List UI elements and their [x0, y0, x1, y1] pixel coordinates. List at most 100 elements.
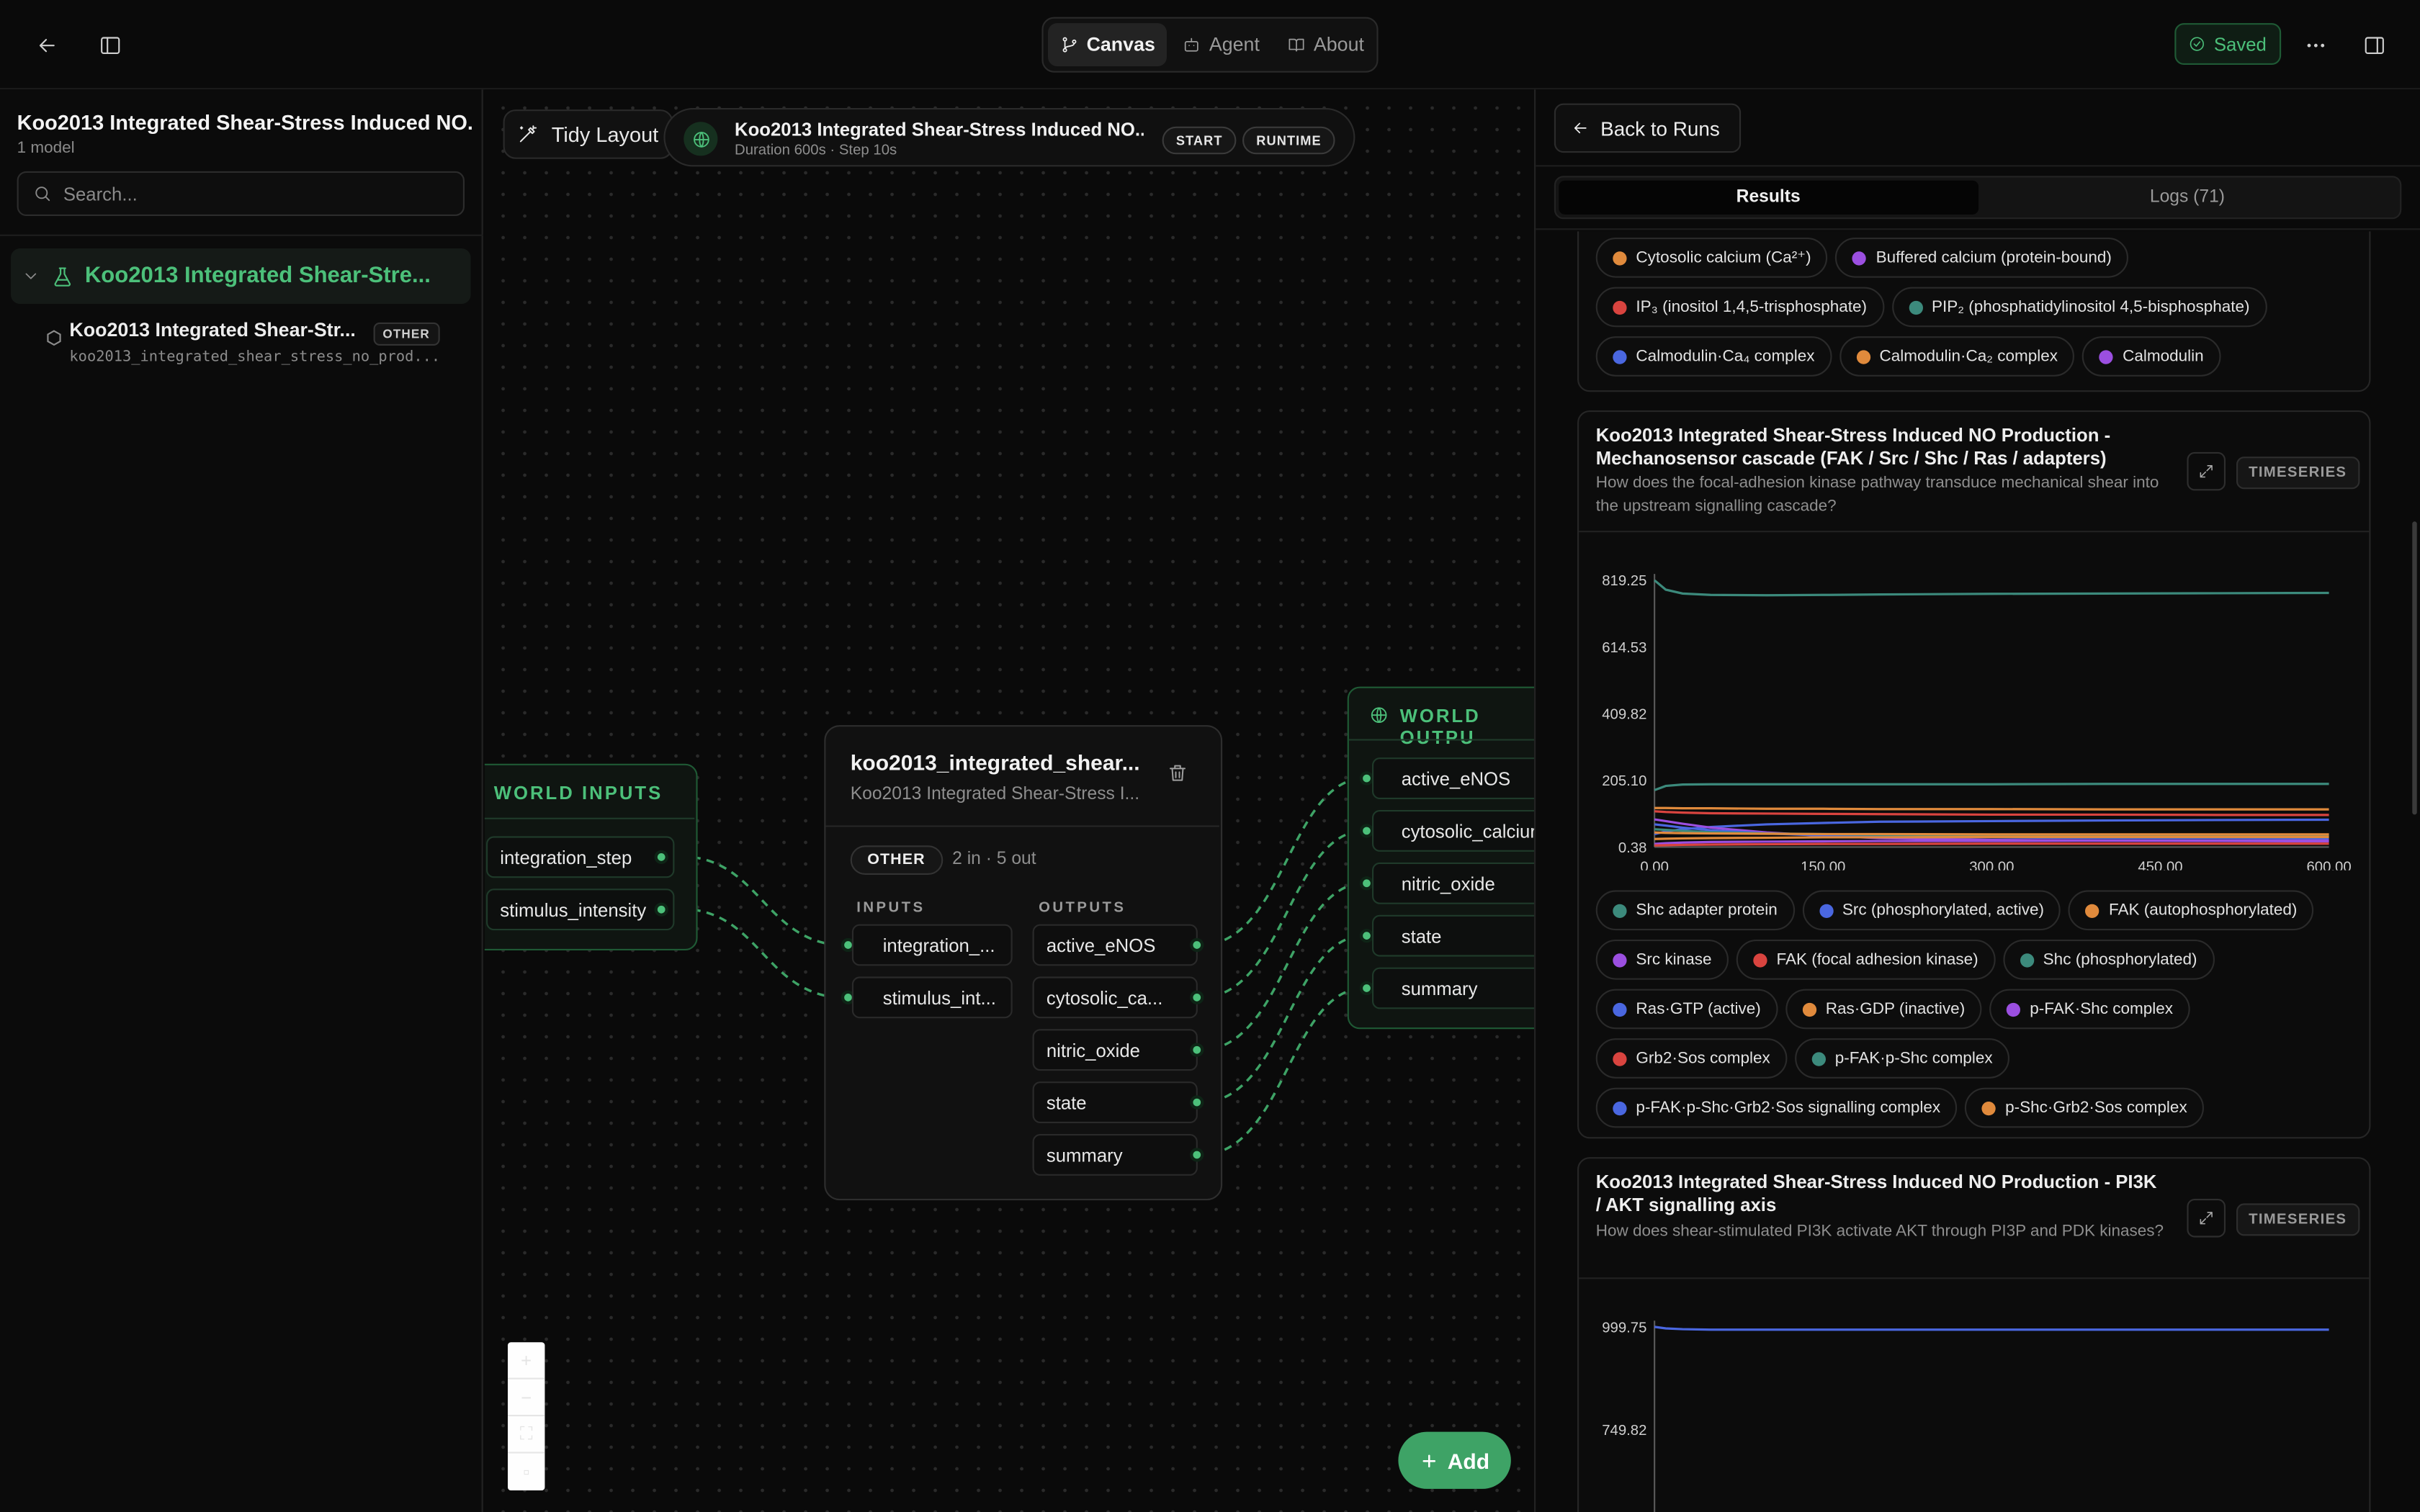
run-subtitle: Duration 600s · Step 10s	[734, 142, 897, 159]
legend-swatch	[1613, 300, 1627, 315]
run-bar[interactable]: Koo2013 Integrated Shear-Stress Induced …	[663, 108, 1355, 167]
world-outputs-node[interactable]: WORLD OUTPU active_eNOS cytosolic_calciu…	[1347, 686, 1534, 1030]
legend-item[interactable]: p-FAK·Shc complex	[1989, 989, 2190, 1030]
mechanosensor-timeseries-chart[interactable]: 0.38 205.10 409.82 614.53 819.25 0.00 150.00 30…	[1579, 546, 2369, 870]
model-output-port[interactable]: active_eNOS	[1032, 924, 1198, 966]
output-handle[interactable]	[1190, 1095, 1204, 1110]
legend-item[interactable]: IP₃ (inositol 1,4,5-trisphosphate)	[1595, 287, 1884, 328]
zoom-out-icon[interactable]: −	[508, 1380, 545, 1417]
legend-item[interactable]: Calmodulin·Ca₄ complex	[1595, 336, 1832, 377]
more-options-icon[interactable]	[2293, 23, 2336, 66]
trash-icon[interactable]	[1167, 762, 1188, 784]
pi3k-akt-timeseries-chart[interactable]: 499.89749.82999.75	[1579, 1293, 2369, 1512]
model-output-port[interactable]: summary	[1032, 1134, 1198, 1176]
world-output-port[interactable]: active_eNOS	[1372, 757, 1534, 799]
zoom-in-icon[interactable]: +	[508, 1342, 545, 1380]
legend-item[interactable]: p-FAK·p-Shc·Grb2·Sos signalling complex	[1595, 1087, 1958, 1128]
legend-swatch	[1908, 300, 1923, 315]
model-group[interactable]: Koo2013 Integrated Shear-Stre...	[11, 248, 471, 305]
output-handle[interactable]	[1190, 1043, 1204, 1057]
back-arrow-icon[interactable]	[24, 23, 68, 66]
legend-item[interactable]: Src (phosphorylated, active)	[1802, 890, 2061, 931]
series-line	[1654, 1326, 2329, 1331]
tab-canvas[interactable]: Canvas	[1048, 23, 1168, 67]
world-output-port[interactable]: state	[1372, 914, 1534, 957]
legend-item[interactable]: PIP₂ (phosphatidylinositol 4,5-bisphosph…	[1891, 287, 2267, 328]
world-output-port[interactable]: nitric_oxide	[1372, 862, 1534, 904]
legend-item[interactable]: Grb2·Sos complex	[1595, 1038, 1788, 1079]
x-tick-label: 150.00	[1801, 860, 1845, 870]
results-tabs: Results Logs (71)	[1554, 176, 2402, 220]
world-output-port[interactable]: cytosolic_calciur	[1372, 810, 1534, 852]
output-handle[interactable]	[1190, 990, 1204, 1004]
back-to-runs-button[interactable]: Back to Runs	[1554, 103, 1742, 153]
model-node[interactable]: koo2013_integrated_shear... Koo2013 Inte…	[824, 725, 1223, 1201]
tidy-layout-button[interactable]: Tidy Layout	[503, 109, 673, 159]
workflow-canvas[interactable]: Tidy Layout Koo2013 Integrated Shear-Str…	[484, 89, 1534, 1512]
timeseries-tag: TIMESERIES	[2236, 456, 2360, 490]
legend-item[interactable]: p-Shc·Grb2·Sos complex	[1965, 1087, 2205, 1128]
model-input-port[interactable]: stimulus_int...	[851, 976, 1013, 1019]
legend-item[interactable]: p-FAK·p-Shc complex	[1795, 1038, 2010, 1079]
model-output-port[interactable]: cytosolic_ca...	[1032, 976, 1198, 1019]
results-scroll-area[interactable]: Cytosolic calcium (Ca²⁺) Buffered calcium…	[1536, 231, 2420, 1512]
legend-label: Buffered calcium (protein-bound)	[1876, 248, 2112, 267]
tab-results[interactable]: Results	[1559, 180, 1978, 215]
legend-item[interactable]: Src kinase	[1595, 940, 1729, 980]
legend-item[interactable]: Calmodulin·Ca₂ complex	[1839, 336, 2075, 377]
right-panel-toggle-icon[interactable]	[2352, 23, 2396, 66]
output-handle[interactable]	[1190, 937, 1204, 953]
search-input[interactable]	[63, 182, 434, 204]
legend-swatch	[1613, 1051, 1627, 1066]
legend-item[interactable]: FAK (focal adhesion kinase)	[1736, 940, 1996, 980]
legend-item[interactable]: Shc (phosphorylated)	[2002, 940, 2215, 980]
add-button[interactable]: Add	[1398, 1431, 1511, 1489]
port-label: active_eNOS	[1046, 934, 1156, 956]
y-tick-label: 409.82	[1602, 707, 1646, 723]
tab-canvas-label: Canvas	[1086, 34, 1155, 56]
model-output-port[interactable]: state	[1032, 1081, 1198, 1123]
legend-item[interactable]: Ras·GTP (active)	[1595, 989, 1778, 1030]
sidebar-toggle-icon[interactable]	[88, 23, 131, 66]
output-handle[interactable]	[654, 902, 668, 917]
panel-divider	[1536, 228, 2420, 230]
legend-item[interactable]: Shc adapter protein	[1595, 890, 1795, 931]
world-output-port[interactable]: summary	[1372, 967, 1534, 1009]
world-input-port[interactable]: integration_step	[486, 836, 675, 878]
lock-icon[interactable]: ▫	[508, 1454, 544, 1490]
model-output-port[interactable]: nitric_oxide	[1032, 1029, 1198, 1071]
legend-swatch	[1613, 251, 1627, 265]
model-list-item[interactable]: Koo2013 Integrated Shear-Str... OTHER ko…	[43, 318, 475, 370]
model-input-port[interactable]: integration_...	[851, 924, 1013, 966]
output-handle[interactable]	[654, 850, 668, 864]
legend-item[interactable]: Buffered calcium (protein-bound)	[1835, 238, 2129, 278]
world-inputs-node[interactable]: WORLD INPUTS integration_step stimulus_i…	[484, 763, 698, 950]
saved-label: Saved	[2213, 33, 2267, 55]
scrollbar[interactable]	[2412, 521, 2417, 815]
tab-agent[interactable]: Agent	[1170, 23, 1272, 66]
search-box	[17, 171, 465, 216]
legend-label: Ras·GTP (active)	[1636, 999, 1761, 1019]
results-panel: Back to Runs Results Logs (71) Cytosolic…	[1534, 89, 2420, 1512]
project-sidebar: Koo2013 Integrated Shear-Stress Induced …	[0, 89, 483, 1512]
legend-label: Calmodulin·Ca₂ complex	[1879, 347, 2058, 366]
expand-icon[interactable]	[2187, 451, 2226, 491]
x-tick-label: 600.00	[2306, 860, 2351, 870]
runtime-pill[interactable]: RUNTIME	[1242, 126, 1336, 155]
legend-item[interactable]: FAK (autophosphorylated)	[2069, 890, 2314, 931]
chevron-down-icon[interactable]	[22, 267, 40, 286]
plus-icon	[1422, 1454, 1435, 1467]
tab-about[interactable]: About	[1275, 23, 1376, 66]
legend-item[interactable]: Ras·GDP (inactive)	[1785, 989, 1982, 1030]
legend-item[interactable]: Calmodulin	[2082, 336, 2221, 377]
start-pill[interactable]: START	[1162, 126, 1237, 155]
world-input-port[interactable]: stimulus_intensity	[486, 888, 675, 931]
output-handle[interactable]	[1190, 1148, 1204, 1162]
fit-view-icon[interactable]: ⛶	[508, 1416, 545, 1454]
tab-logs[interactable]: Logs (71)	[1978, 181, 2397, 215]
legend-swatch	[1981, 1100, 1996, 1115]
port-label: cytosolic_calciur	[1401, 819, 1534, 842]
legend-item[interactable]: Cytosolic calcium (Ca²⁺)	[1595, 238, 1829, 278]
series-line	[1654, 810, 2329, 816]
expand-icon[interactable]	[2187, 1199, 2226, 1238]
